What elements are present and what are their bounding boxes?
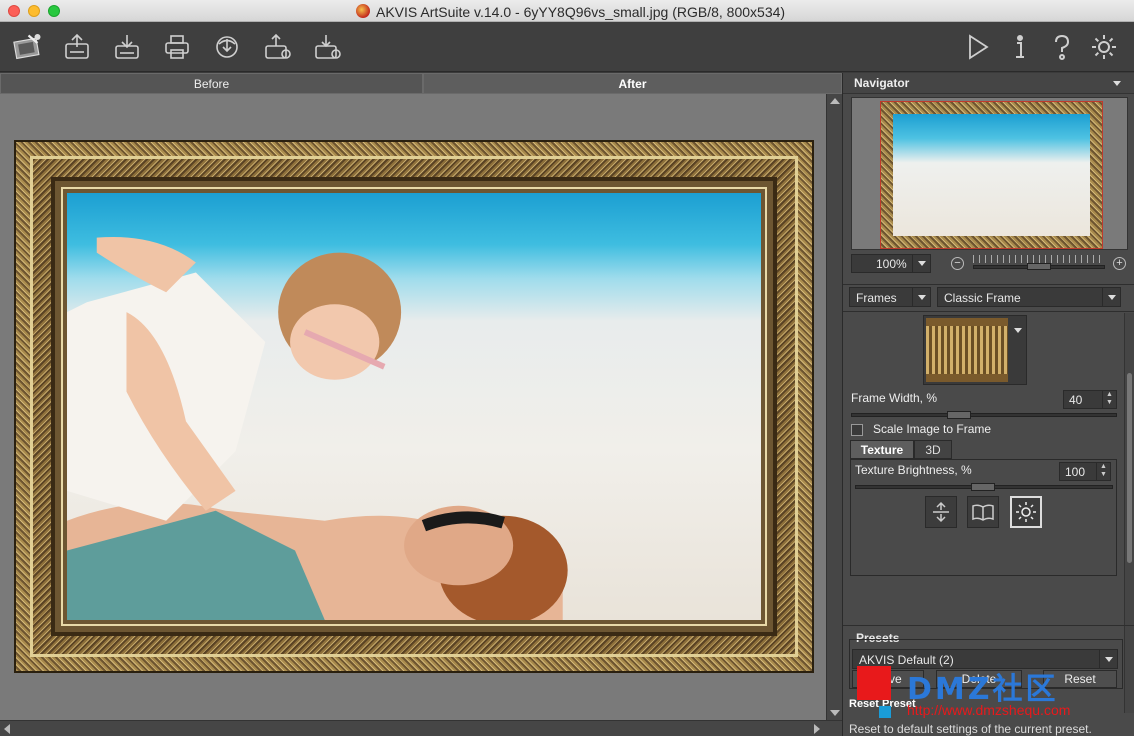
zoom-in-icon[interactable]: + <box>1113 257 1126 270</box>
frame-style-select[interactable]: Classic Frame <box>937 287 1121 307</box>
batch-open-icon[interactable] <box>260 30 294 64</box>
scroll-right-arrow-icon[interactable] <box>814 724 820 734</box>
navigator-header[interactable]: Navigator <box>843 73 1134 94</box>
tab-before[interactable]: Before <box>0 73 423 94</box>
save-preset-button[interactable]: Save <box>852 670 924 688</box>
canvas-vertical-scrollbar[interactable] <box>826 94 842 720</box>
chevron-down-icon[interactable] <box>1113 81 1121 86</box>
scale-image-checkbox[interactable] <box>851 424 863 436</box>
preset-value: AKVIS Default (2) <box>859 653 954 667</box>
settings-panel: Navigator 100% − + Frames Classic Frame … <box>842 73 1134 736</box>
info-icon[interactable] <box>1003 30 1037 64</box>
frame-width-slider[interactable] <box>851 411 1117 419</box>
window-title: AKVIS ArtSuite v.14.0 - 6yYY8Q96vs_small… <box>376 4 786 20</box>
frame-width-slider-thumb[interactable] <box>947 411 971 419</box>
texture-brightness-label: Texture Brightness, % <box>855 463 972 477</box>
sun-icon[interactable] <box>1010 496 1042 528</box>
frame-width-input[interactable]: 40 ▲ ▼ <box>1063 390 1117 409</box>
zoom-slider[interactable] <box>973 255 1105 273</box>
batch-save-icon[interactable] <box>310 30 344 64</box>
reset-preset-button[interactable]: Reset <box>1043 670 1117 688</box>
beach-photo <box>67 193 761 620</box>
title-bar: AKVIS ArtSuite v.14.0 - 6yYY8Q96vs_small… <box>0 0 1134 22</box>
minimize-window-button[interactable] <box>28 5 40 17</box>
tab-texture[interactable]: Texture <box>850 440 914 459</box>
run-icon[interactable] <box>960 30 994 64</box>
image-canvas[interactable] <box>0 94 826 720</box>
chevron-down-icon[interactable] <box>1102 288 1120 306</box>
tab-after[interactable]: After <box>423 73 842 94</box>
frame-preview <box>14 140 814 673</box>
frame-width-value: 40 <box>1069 393 1083 407</box>
texture-brightness-slider-thumb[interactable] <box>971 483 995 491</box>
help-icon[interactable] <box>1045 30 1079 64</box>
zoom-out-icon[interactable]: − <box>951 257 964 270</box>
app-logo-icon <box>356 4 370 18</box>
save-image-icon[interactable] <box>110 30 144 64</box>
reset-preset-label: Reset Preset <box>849 698 916 710</box>
artsuite-logo-icon[interactable] <box>6 27 48 65</box>
navigator-preview[interactable] <box>851 97 1128 250</box>
scroll-up-arrow-icon[interactable] <box>830 98 840 104</box>
stepper-icon[interactable]: ▲ ▼ <box>1102 391 1116 408</box>
navigator-thumbnail <box>893 114 1090 236</box>
panel-scrollbar[interactable] <box>1124 313 1134 713</box>
canvas-horizontal-scrollbar[interactable] <box>0 720 842 736</box>
zoom-slider-thumb[interactable] <box>1027 263 1051 270</box>
settings-icon[interactable] <box>1087 30 1121 64</box>
texture-brightness-slider[interactable] <box>855 483 1113 491</box>
share-icon[interactable] <box>210 30 244 64</box>
category-value: Frames <box>856 291 897 305</box>
tab-3d[interactable]: 3D <box>914 440 952 459</box>
category-select[interactable]: Frames <box>849 287 931 307</box>
preset-select[interactable]: AKVIS Default (2) <box>852 649 1118 669</box>
scale-image-label: Scale Image to Frame <box>873 422 992 436</box>
chevron-down-icon[interactable] <box>1014 328 1022 333</box>
open-image-icon[interactable] <box>60 30 94 64</box>
close-window-button[interactable] <box>8 5 20 17</box>
print-icon[interactable] <box>160 30 194 64</box>
panel-scrollbar-thumb[interactable] <box>1127 373 1132 563</box>
stepper-icon[interactable]: ▲ ▼ <box>1096 463 1110 480</box>
zoom-select[interactable]: 100% <box>851 254 931 273</box>
texture-brightness-input[interactable]: 100 ▲ ▼ <box>1059 462 1111 481</box>
texture-brightness-value: 100 <box>1065 465 1086 479</box>
frame-pattern-thumbnail <box>926 318 1008 382</box>
chevron-down-icon[interactable] <box>912 288 930 306</box>
view-tabs: Before After <box>0 73 842 94</box>
navigator-title: Navigator <box>854 76 910 90</box>
frame-pattern-picker[interactable] <box>923 315 1027 385</box>
scroll-left-arrow-icon[interactable] <box>4 724 10 734</box>
chevron-down-icon[interactable] <box>1099 650 1117 668</box>
delete-preset-button[interactable]: Delete <box>936 670 1022 688</box>
toolbar <box>0 22 1134 72</box>
book-icon[interactable] <box>967 496 999 528</box>
zoom-value: 100% <box>876 257 907 271</box>
frame-width-label: Frame Width, % <box>851 391 938 405</box>
preset-hint: Reset to default settings of the current… <box>849 722 1092 736</box>
chevron-down-icon[interactable] <box>912 255 930 272</box>
maximize-window-button[interactable] <box>48 5 60 17</box>
flip-vertical-icon[interactable] <box>925 496 957 528</box>
scroll-down-arrow-icon[interactable] <box>830 710 840 716</box>
navigator-viewport[interactable] <box>880 101 1103 249</box>
frame-style-value: Classic Frame <box>944 291 1021 305</box>
